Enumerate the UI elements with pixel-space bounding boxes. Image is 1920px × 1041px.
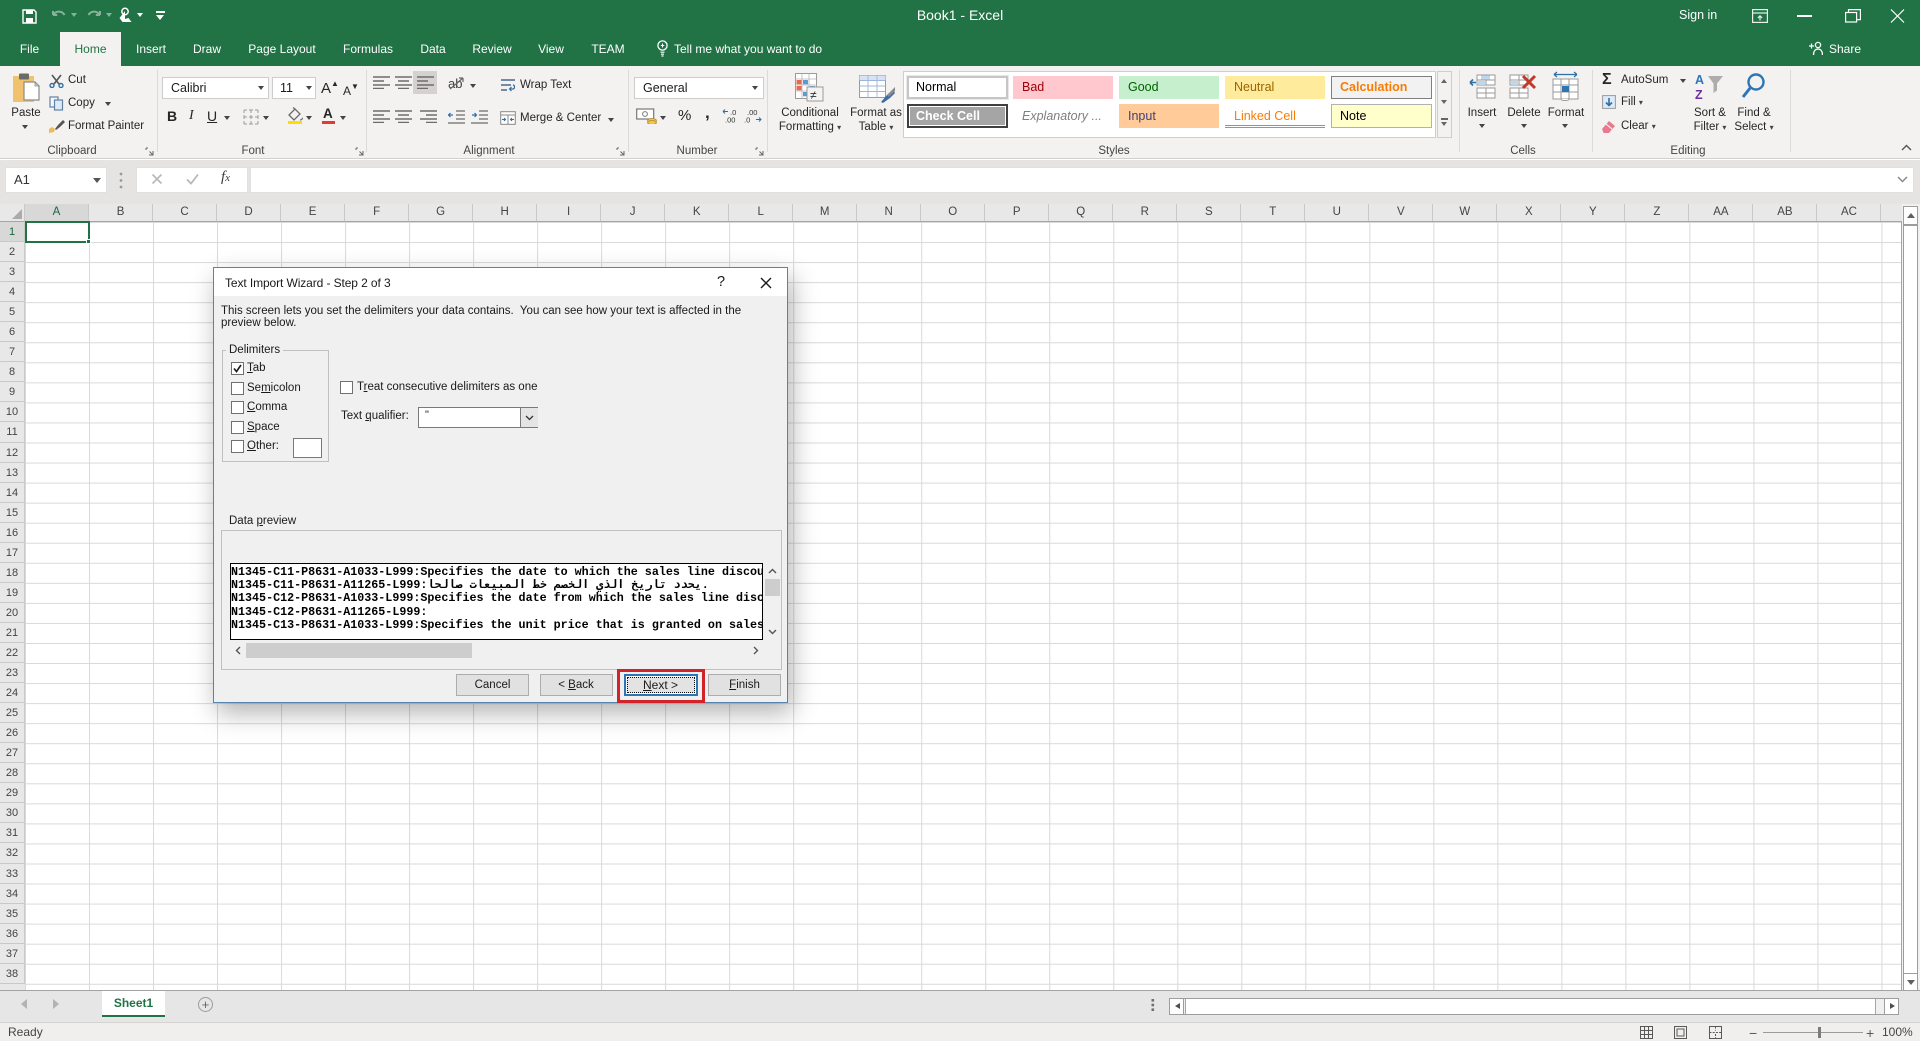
svg-text:Z: Z bbox=[1695, 88, 1703, 102]
svg-text:A: A bbox=[1695, 73, 1704, 87]
svg-text:.0: .0 bbox=[744, 116, 750, 124]
svg-text:≠: ≠ bbox=[810, 88, 817, 102]
svg-text:.00: .00 bbox=[725, 116, 735, 124]
